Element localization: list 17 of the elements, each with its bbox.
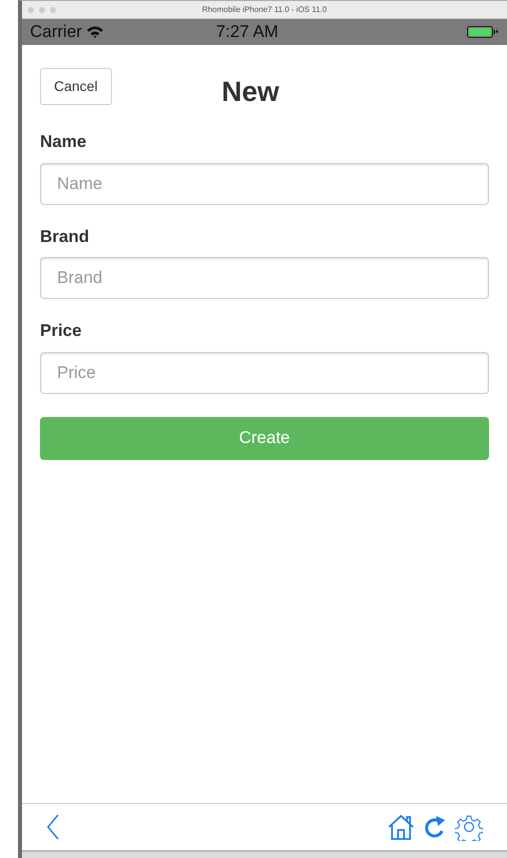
field-label: Name (40, 131, 88, 153)
settings-icon[interactable] (455, 813, 483, 841)
home-icon[interactable] (387, 814, 415, 840)
field-label: Brand (40, 226, 90, 248)
field-label: Price (40, 320, 83, 342)
carrier-name: Carrier (30, 21, 82, 44)
text-field[interactable]: Name (40, 162, 489, 204)
battery-icon (467, 25, 499, 39)
wifi-icon (86, 25, 104, 39)
clock-time: 7:27 AM (216, 21, 278, 44)
back-icon[interactable] (46, 814, 60, 840)
cancel-button[interactable]: Cancel (40, 68, 112, 104)
window-title: Rhomobile iPhone7 11.0 - iOS 11.0 (202, 4, 327, 16)
refresh-icon[interactable] (423, 814, 447, 840)
text-field[interactable]: Brand (40, 257, 489, 299)
text-field[interactable]: Price (40, 352, 489, 394)
page-title: New (222, 75, 280, 109)
